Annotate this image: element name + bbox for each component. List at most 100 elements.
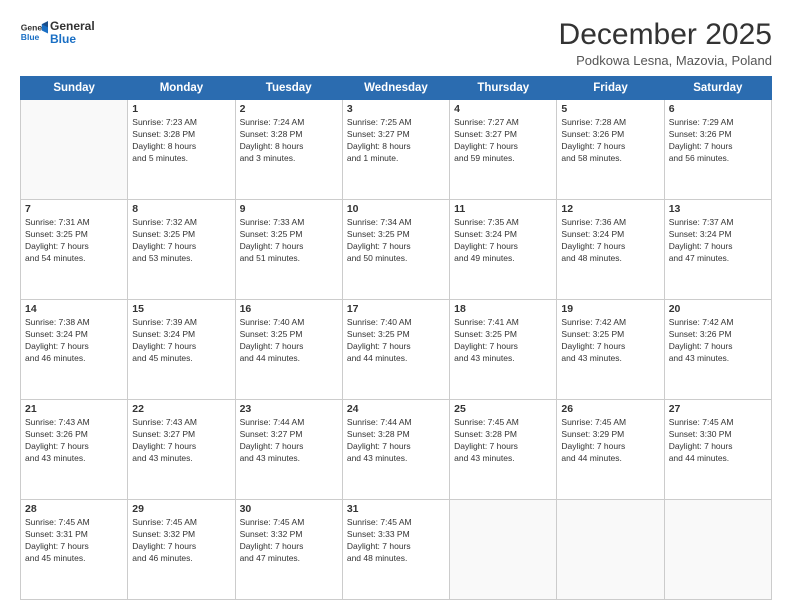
col-header-tuesday: Tuesday xyxy=(235,77,342,100)
day-number: 23 xyxy=(240,403,338,415)
day-number: 20 xyxy=(669,303,767,315)
day-info: Sunrise: 7:29 AMSunset: 3:26 PMDaylight:… xyxy=(669,117,767,165)
day-info: Sunrise: 7:41 AMSunset: 3:25 PMDaylight:… xyxy=(454,317,552,365)
day-info: Sunrise: 7:43 AMSunset: 3:27 PMDaylight:… xyxy=(132,417,230,465)
calendar-cell: 26 Sunrise: 7:45 AMSunset: 3:29 PMDayligh… xyxy=(557,400,664,500)
calendar-cell: 28 Sunrise: 7:45 AMSunset: 3:31 PMDayligh… xyxy=(21,500,128,600)
col-header-thursday: Thursday xyxy=(450,77,557,100)
calendar-cell: 22 Sunrise: 7:43 AMSunset: 3:27 PMDayligh… xyxy=(128,400,235,500)
logo: General Blue General Blue xyxy=(20,18,95,46)
day-number: 4 xyxy=(454,103,552,115)
calendar-cell: 24 Sunrise: 7:44 AMSunset: 3:28 PMDayligh… xyxy=(342,400,449,500)
calendar-cell: 27Sunrise: 7:45 AMSunset: 3:30 PMDayligh… xyxy=(664,400,771,500)
calendar-cell: 19Sunrise: 7:42 AMSunset: 3:25 PMDayligh… xyxy=(557,300,664,400)
col-header-sunday: Sunday xyxy=(21,77,128,100)
calendar-week-1: 1Sunrise: 7:23 AMSunset: 3:28 PMDaylight… xyxy=(21,100,772,200)
day-info: Sunrise: 7:37 AMSunset: 3:24 PMDaylight:… xyxy=(669,217,767,265)
calendar-cell: 9 Sunrise: 7:33 AMSunset: 3:25 PMDaylight… xyxy=(235,200,342,300)
day-number: 13 xyxy=(669,203,767,215)
day-info: Sunrise: 7:25 AMSunset: 3:27 PMDaylight:… xyxy=(347,117,445,165)
day-info: Sunrise: 7:45 AMSunset: 3:29 PMDaylight:… xyxy=(561,417,659,465)
day-info: Sunrise: 7:32 AMSunset: 3:25 PMDaylight:… xyxy=(132,217,230,265)
calendar-cell: 2Sunrise: 7:24 AMSunset: 3:28 PMDaylight… xyxy=(235,100,342,200)
day-number: 26 xyxy=(561,403,659,415)
day-number: 24 xyxy=(347,403,445,415)
calendar-cell: 17Sunrise: 7:40 AMSunset: 3:25 PMDayligh… xyxy=(342,300,449,400)
day-number: 3 xyxy=(347,103,445,115)
day-info: Sunrise: 7:42 AMSunset: 3:25 PMDaylight:… xyxy=(561,317,659,365)
calendar-cell: 1Sunrise: 7:23 AMSunset: 3:28 PMDaylight… xyxy=(128,100,235,200)
calendar-cell xyxy=(450,500,557,600)
calendar-cell: 31 Sunrise: 7:45 AMSunset: 3:33 PMDayligh… xyxy=(342,500,449,600)
calendar-cell: 15 Sunrise: 7:39 AMSunset: 3:24 PMDayligh… xyxy=(128,300,235,400)
day-info: Sunrise: 7:43 AMSunset: 3:26 PMDaylight:… xyxy=(25,417,123,465)
calendar-cell: 5Sunrise: 7:28 AMSunset: 3:26 PMDaylight… xyxy=(557,100,664,200)
day-number: 2 xyxy=(240,103,338,115)
calendar-cell: 3 Sunrise: 7:25 AMSunset: 3:27 PMDaylight… xyxy=(342,100,449,200)
calendar-week-3: 14 Sunrise: 7:38 AMSunset: 3:24 PMDayligh… xyxy=(21,300,772,400)
day-number: 31 xyxy=(347,503,445,515)
calendar-cell: 8 Sunrise: 7:32 AMSunset: 3:25 PMDaylight… xyxy=(128,200,235,300)
day-info: Sunrise: 7:40 AMSunset: 3:25 PMDaylight:… xyxy=(240,317,338,365)
page: General Blue General Blue December 2025 … xyxy=(0,0,792,612)
day-number: 18 xyxy=(454,303,552,315)
day-number: 12 xyxy=(561,203,659,215)
calendar-cell: 21Sunrise: 7:43 AMSunset: 3:26 PMDayligh… xyxy=(21,400,128,500)
day-info: Sunrise: 7:45 AMSunset: 3:32 PMDaylight:… xyxy=(132,517,230,565)
title-block: December 2025 Podkowa Lesna, Mazovia, Po… xyxy=(559,18,772,68)
page-subtitle: Podkowa Lesna, Mazovia, Poland xyxy=(559,53,772,68)
logo-text-blue: Blue xyxy=(50,33,95,46)
calendar-cell: 10Sunrise: 7:34 AMSunset: 3:25 PMDayligh… xyxy=(342,200,449,300)
day-number: 22 xyxy=(132,403,230,415)
calendar-header-row: SundayMondayTuesdayWednesdayThursdayFrid… xyxy=(21,77,772,100)
day-info: Sunrise: 7:42 AMSunset: 3:26 PMDaylight:… xyxy=(669,317,767,365)
day-info: Sunrise: 7:44 AMSunset: 3:28 PMDaylight:… xyxy=(347,417,445,465)
calendar-cell: 14 Sunrise: 7:38 AMSunset: 3:24 PMDayligh… xyxy=(21,300,128,400)
header: General Blue General Blue December 2025 … xyxy=(20,18,772,68)
day-number: 25 xyxy=(454,403,552,415)
calendar-cell xyxy=(21,100,128,200)
logo-icon: General Blue xyxy=(20,18,48,46)
calendar-cell: 16Sunrise: 7:40 AMSunset: 3:25 PMDayligh… xyxy=(235,300,342,400)
calendar-cell: 12 Sunrise: 7:36 AMSunset: 3:24 PMDayligh… xyxy=(557,200,664,300)
day-number: 9 xyxy=(240,203,338,215)
day-number: 7 xyxy=(25,203,123,215)
calendar-cell xyxy=(557,500,664,600)
day-number: 10 xyxy=(347,203,445,215)
day-number: 29 xyxy=(132,503,230,515)
day-number: 15 xyxy=(132,303,230,315)
day-info: Sunrise: 7:33 AMSunset: 3:25 PMDaylight:… xyxy=(240,217,338,265)
day-info: Sunrise: 7:45 AMSunset: 3:30 PMDaylight:… xyxy=(669,417,767,465)
day-info: Sunrise: 7:36 AMSunset: 3:24 PMDaylight:… xyxy=(561,217,659,265)
calendar-week-2: 7 Sunrise: 7:31 AMSunset: 3:25 PMDaylight… xyxy=(21,200,772,300)
calendar-cell: 29 Sunrise: 7:45 AMSunset: 3:32 PMDayligh… xyxy=(128,500,235,600)
calendar-cell: 7 Sunrise: 7:31 AMSunset: 3:25 PMDaylight… xyxy=(21,200,128,300)
calendar-cell: 20 Sunrise: 7:42 AMSunset: 3:26 PMDayligh… xyxy=(664,300,771,400)
col-header-wednesday: Wednesday xyxy=(342,77,449,100)
day-info: Sunrise: 7:23 AMSunset: 3:28 PMDaylight:… xyxy=(132,117,230,165)
calendar-cell: 30 Sunrise: 7:45 AMSunset: 3:32 PMDayligh… xyxy=(235,500,342,600)
day-info: Sunrise: 7:45 AMSunset: 3:32 PMDaylight:… xyxy=(240,517,338,565)
col-header-monday: Monday xyxy=(128,77,235,100)
day-number: 14 xyxy=(25,303,123,315)
calendar-cell: 25Sunrise: 7:45 AMSunset: 3:28 PMDayligh… xyxy=(450,400,557,500)
day-info: Sunrise: 7:38 AMSunset: 3:24 PMDaylight:… xyxy=(25,317,123,365)
calendar-week-5: 28 Sunrise: 7:45 AMSunset: 3:31 PMDayligh… xyxy=(21,500,772,600)
day-info: Sunrise: 7:35 AMSunset: 3:24 PMDaylight:… xyxy=(454,217,552,265)
day-info: Sunrise: 7:45 AMSunset: 3:33 PMDaylight:… xyxy=(347,517,445,565)
calendar-cell: 18 Sunrise: 7:41 AMSunset: 3:25 PMDayligh… xyxy=(450,300,557,400)
col-header-saturday: Saturday xyxy=(664,77,771,100)
day-info: Sunrise: 7:39 AMSunset: 3:24 PMDaylight:… xyxy=(132,317,230,365)
day-info: Sunrise: 7:44 AMSunset: 3:27 PMDaylight:… xyxy=(240,417,338,465)
calendar-table: SundayMondayTuesdayWednesdayThursdayFrid… xyxy=(20,76,772,600)
day-number: 6 xyxy=(669,103,767,115)
day-number: 5 xyxy=(561,103,659,115)
day-info: Sunrise: 7:45 AMSunset: 3:31 PMDaylight:… xyxy=(25,517,123,565)
day-number: 28 xyxy=(25,503,123,515)
day-number: 8 xyxy=(132,203,230,215)
day-info: Sunrise: 7:31 AMSunset: 3:25 PMDaylight:… xyxy=(25,217,123,265)
calendar-cell: 4Sunrise: 7:27 AMSunset: 3:27 PMDaylight… xyxy=(450,100,557,200)
day-number: 30 xyxy=(240,503,338,515)
day-number: 17 xyxy=(347,303,445,315)
calendar-cell: 6 Sunrise: 7:29 AMSunset: 3:26 PMDaylight… xyxy=(664,100,771,200)
